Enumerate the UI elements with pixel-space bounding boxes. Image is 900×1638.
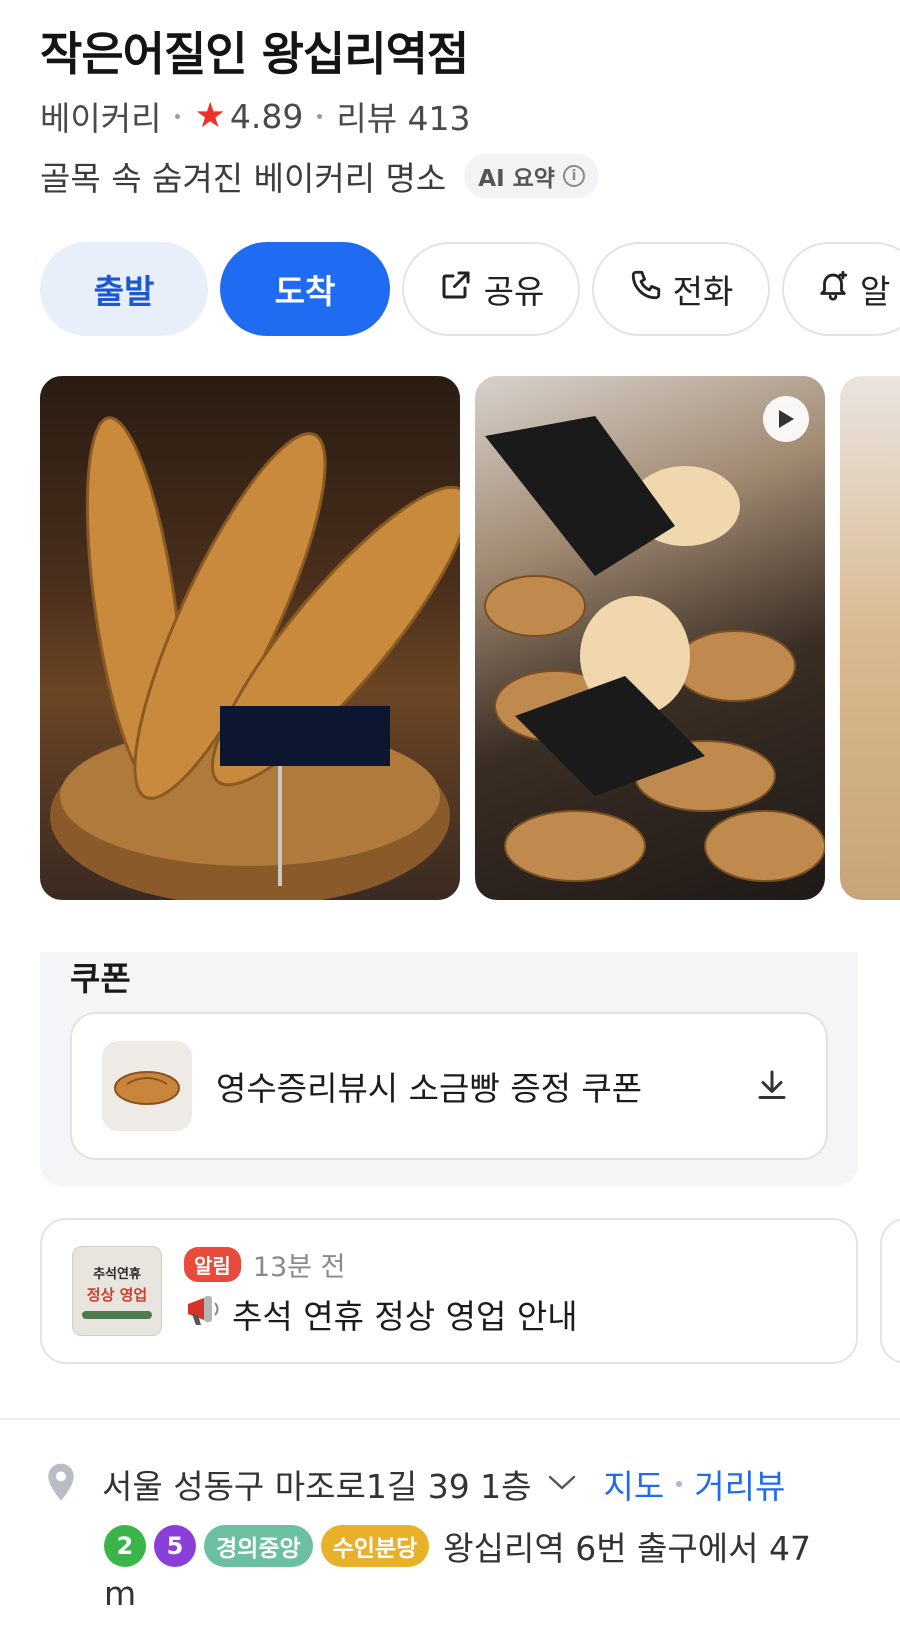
notice-card[interactable]: 추석연휴 정상 영업 알림 13분 전 추석 연휴 정상 영업 안내 xyxy=(40,1218,858,1364)
ai-summary-button[interactable]: AI 요약 i xyxy=(464,154,599,198)
place-title: 작은어질인 왕십리역점 xyxy=(40,27,469,81)
coupon-text: 영수증리뷰시 소금빵 증정 쿠폰 xyxy=(216,1069,643,1108)
start-label: 출발 xyxy=(93,272,155,311)
bell-plus-icon xyxy=(816,268,850,310)
transit-row: 2 5 경의중앙 수인분당 왕십리역 6번 출구에서 47 xyxy=(104,1522,811,1570)
salt-bread-thumbnail xyxy=(102,1041,192,1131)
call-button[interactable]: 전화 xyxy=(592,242,770,336)
photo-video-bread[interactable] xyxy=(475,376,825,900)
transit-directions-wrap: m xyxy=(104,1574,137,1613)
subway-line-5-badge: 5 xyxy=(154,1525,196,1567)
start-button[interactable]: 출발 xyxy=(40,242,208,336)
megaphone-icon xyxy=(184,1292,224,1336)
map-link[interactable]: 지도 xyxy=(604,1460,665,1508)
category-label: 베이커리 xyxy=(40,99,162,138)
gyeongui-line-badge: 경의중앙 xyxy=(204,1525,313,1567)
suin-bundang-line-badge: 수인분당 xyxy=(320,1525,430,1567)
info-icon: i xyxy=(562,165,585,187)
section-divider xyxy=(0,1418,900,1420)
subway-line-2-badge: 2 xyxy=(104,1525,146,1567)
phone-icon xyxy=(629,268,663,310)
share-label: 공유 xyxy=(483,272,545,311)
baguette-basket-image xyxy=(50,416,460,900)
separator-dot xyxy=(676,1481,683,1487)
address-row: 서울 성동구 마조로1길 39 1층 지도 거리뷰 xyxy=(44,1460,785,1508)
review-count-link[interactable]: 리뷰 413 xyxy=(336,92,470,140)
thumbnail-bar xyxy=(82,1311,152,1319)
rating-value: 4.89 xyxy=(229,96,304,136)
arrive-button[interactable]: 도착 xyxy=(220,242,390,336)
thumbnail-line2: 정상 영업 xyxy=(86,1286,148,1304)
separator-dot xyxy=(175,113,181,119)
transit-directions: 왕십리역 6번 출구에서 47 xyxy=(443,1529,811,1568)
chevron-down-icon[interactable] xyxy=(546,1471,578,1497)
address-text: 서울 성동구 마조로1길 39 1층 xyxy=(102,1467,532,1506)
notice-thumbnail: 추석연휴 정상 영업 xyxy=(72,1246,162,1336)
street-view-link[interactable]: 거리뷰 xyxy=(694,1460,785,1508)
star-icon: ★ xyxy=(194,96,226,136)
alarm-button[interactable]: 알 xyxy=(782,242,900,336)
notice-card-partial[interactable] xyxy=(880,1218,900,1364)
place-description: 골목 속 숨겨진 베이커리 명소 xyxy=(40,159,447,198)
download-icon[interactable] xyxy=(754,1066,790,1106)
separator-dot xyxy=(317,113,323,119)
notice-time: 13분 전 xyxy=(252,1251,346,1283)
place-description-row: 골목 속 숨겨진 베이커리 명소 AI 요약 i xyxy=(40,152,599,200)
arrive-label: 도착 xyxy=(274,272,336,311)
alarm-label: 알 xyxy=(860,272,891,311)
call-label: 전화 xyxy=(672,272,734,311)
action-bar: 출발 도착 공유 전화 알 xyxy=(40,242,900,336)
bread-video-image xyxy=(484,416,825,882)
play-icon[interactable] xyxy=(763,396,809,442)
share-icon xyxy=(438,267,474,311)
photo-partial-next[interactable] xyxy=(840,376,900,900)
notice-title-row: 추석 연휴 정상 영업 안내 xyxy=(184,1290,578,1338)
notice-body: 알림 13분 전 추석 연휴 정상 영업 안내 xyxy=(184,1245,578,1338)
alert-badge: 알림 xyxy=(184,1246,241,1282)
notice-top-row: 알림 13분 전 xyxy=(184,1245,578,1284)
coupon-card[interactable]: 영수증리뷰시 소금빵 증정 쿠폰 xyxy=(70,1012,828,1160)
notice-title: 추석 연휴 정상 영업 안내 xyxy=(232,1296,578,1336)
location-pin-icon xyxy=(44,1462,78,1506)
share-button[interactable]: 공유 xyxy=(402,242,580,336)
place-meta: 베이커리 ★ 4.89 리뷰 413 xyxy=(40,92,471,140)
coupon-section-title: 쿠폰 xyxy=(70,959,131,998)
photo-baguettes[interactable] xyxy=(40,376,460,900)
thumbnail-line1: 추석연휴 xyxy=(93,1267,141,1282)
ai-summary-label: AI 요약 xyxy=(478,166,555,192)
coupon-section: 쿠폰 영수증리뷰시 소금빵 증정 쿠폰 xyxy=(40,952,858,1186)
